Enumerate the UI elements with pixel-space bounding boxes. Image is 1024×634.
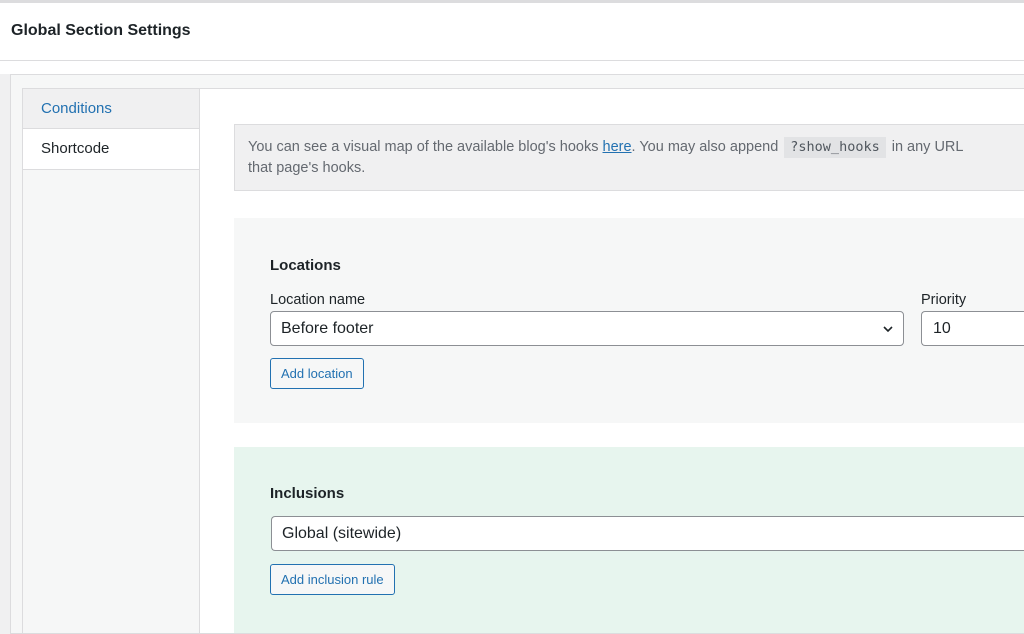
inclusion-rule-value: Global (sitewide) xyxy=(282,525,402,542)
notice-text-middle: . You may also append xyxy=(631,139,783,155)
chevron-down-icon xyxy=(883,326,893,333)
notice-text-line2: that page's hooks. xyxy=(248,160,366,176)
tab-conditions[interactable]: Conditions xyxy=(23,88,199,129)
inclusions-card: Inclusions Global (sitewide) Add inclusi… xyxy=(234,447,1024,633)
panel-header: Global Section Settings xyxy=(0,3,1024,61)
inclusion-rule-select[interactable]: Global (sitewide) xyxy=(271,516,1024,551)
add-inclusion-rule-button[interactable]: Add inclusion rule xyxy=(270,564,395,595)
priority-value: 10 xyxy=(933,320,951,337)
locations-heading: Locations xyxy=(270,257,341,274)
tab-navigation: Conditions Shortcode xyxy=(22,88,199,633)
notice-text-after: in any URL xyxy=(887,139,964,155)
inclusions-heading: Inclusions xyxy=(270,485,345,502)
tab-shortcode[interactable]: Shortcode xyxy=(23,129,199,170)
priority-label: Priority xyxy=(921,292,967,308)
locations-card: Locations Location name Before footer Pr… xyxy=(234,218,1024,423)
show-hooks-code: ?show_hooks xyxy=(784,137,886,158)
panel-title: Global Section Settings xyxy=(11,22,191,39)
hooks-map-link[interactable]: here xyxy=(603,139,632,155)
hooks-notice: You can see a visual map of the availabl… xyxy=(234,124,1024,191)
location-name-select[interactable]: Before footer xyxy=(270,311,904,346)
location-name-label: Location name xyxy=(270,292,366,308)
notice-text: You can see a visual map of the availabl… xyxy=(248,139,603,155)
location-name-value: Before footer xyxy=(281,320,374,337)
header-spacer xyxy=(0,61,1024,74)
add-location-button[interactable]: Add location xyxy=(270,358,364,389)
priority-input[interactable]: 10 xyxy=(921,311,1024,346)
